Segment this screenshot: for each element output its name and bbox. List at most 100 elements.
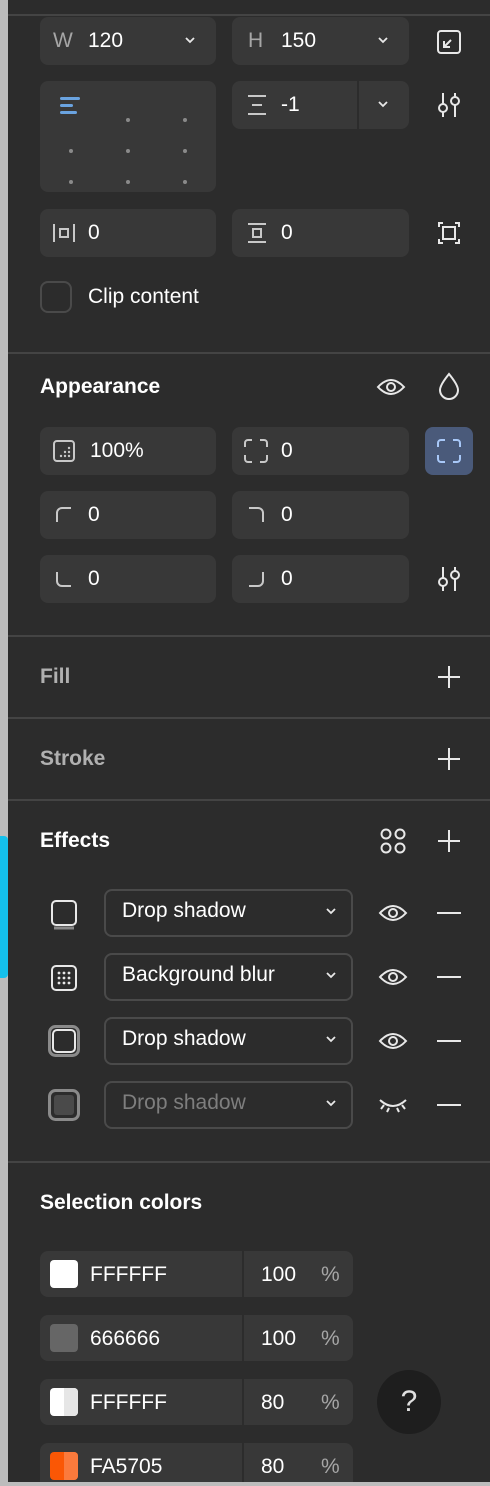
color-hex-value[interactable]: FFFFFF (90, 1263, 167, 1287)
chevron-down-icon[interactable] (377, 34, 389, 46)
width-field[interactable]: W 120 (40, 17, 216, 65)
chevron-down-icon (325, 969, 337, 981)
color-hex-value[interactable]: FFFFFF (90, 1391, 167, 1415)
align-bottom-right-dot[interactable] (183, 166, 187, 190)
color-opacity-value[interactable]: 80 (261, 1455, 284, 1479)
effect-type-label: Drop shadow (122, 1027, 246, 1050)
clip-content-label[interactable]: Clip content (88, 285, 199, 309)
top-right-radius-value[interactable]: 0 (281, 503, 293, 527)
effect-styles-icon[interactable] (380, 828, 406, 854)
vertical-gap-icon (246, 94, 268, 116)
eye-icon[interactable] (376, 375, 406, 399)
eye-closed-icon[interactable] (378, 1096, 408, 1114)
color-hex-value[interactable]: FA5705 (90, 1455, 162, 1479)
width-label: W (53, 29, 73, 52)
layout-settings-icon[interactable] (437, 92, 461, 118)
color-swatch[interactable] (50, 1388, 78, 1416)
align-middle-left-dot[interactable] (69, 135, 73, 159)
help-button[interactable]: ? (377, 1370, 441, 1434)
horizontal-padding-field[interactable]: 0 (40, 209, 216, 257)
selection-color-row[interactable]: 666666 100 % (40, 1315, 353, 1361)
corner-radius-field[interactable]: 0 (232, 427, 409, 475)
corner-radius-value[interactable]: 0 (281, 439, 293, 463)
height-field[interactable]: H 150 (232, 17, 409, 65)
align-bottom-left-dot[interactable] (69, 166, 73, 190)
alignment-grid[interactable] (40, 81, 216, 192)
align-top-left-icon[interactable] (60, 96, 82, 122)
add-stroke-plus-icon[interactable] (437, 747, 461, 771)
eye-icon[interactable] (378, 1029, 408, 1053)
selection-color-row[interactable]: FA5705 80 % (40, 1443, 353, 1482)
percent-unit: % (321, 1391, 340, 1414)
hidden-shadow-effect-icon[interactable] (48, 1089, 80, 1121)
percent-unit: % (321, 1327, 340, 1350)
resize-to-fit-icon[interactable] (436, 29, 462, 55)
eye-icon[interactable] (378, 965, 408, 989)
bottom-right-radius-value[interactable]: 0 (281, 567, 293, 591)
effect-type-dropdown[interactable]: Drop shadow (104, 1081, 353, 1129)
opacity-value[interactable]: 100% (90, 439, 144, 463)
align-top-right-dot[interactable] (183, 104, 187, 128)
add-fill-plus-icon[interactable] (437, 665, 461, 689)
selection-color-row[interactable]: FFFFFF 100 % (40, 1251, 353, 1297)
vertical-padding-value[interactable]: 0 (281, 221, 293, 245)
height-value[interactable]: 150 (281, 29, 316, 53)
align-top-center-dot[interactable] (126, 104, 130, 128)
effect-type-dropdown[interactable]: Drop shadow (104, 889, 353, 937)
inner-shadow-effect-icon[interactable] (48, 1025, 80, 1057)
remove-effect-minus-icon[interactable] (437, 1040, 461, 1042)
color-opacity-value[interactable]: 80 (261, 1391, 284, 1415)
eye-icon[interactable] (378, 901, 408, 925)
color-swatch[interactable] (50, 1260, 78, 1288)
opacity-field[interactable]: 100% (40, 427, 216, 475)
height-label: H (248, 29, 264, 52)
effects-heading: Effects (40, 829, 111, 852)
chevron-down-icon[interactable] (184, 34, 196, 46)
drop-shadow-effect-icon[interactable] (51, 900, 77, 930)
color-opacity-value[interactable]: 100 (261, 1263, 296, 1287)
appearance-settings-icon[interactable] (437, 566, 461, 592)
bottom-left-radius-field[interactable]: 0 (40, 555, 216, 603)
top-right-radius-field[interactable]: 0 (232, 491, 409, 539)
section-divider (8, 1161, 490, 1163)
bottom-right-radius-field[interactable]: 0 (232, 555, 409, 603)
remove-effect-minus-icon[interactable] (437, 976, 461, 978)
selection-color-row[interactable]: FFFFFF 80 % (40, 1379, 353, 1425)
align-bottom-center-dot[interactable] (126, 166, 130, 190)
stroke-heading: Stroke (40, 747, 106, 770)
effect-type-label: Drop shadow (122, 899, 246, 922)
background-blur-effect-icon[interactable] (51, 965, 77, 991)
width-value[interactable]: 120 (88, 29, 123, 53)
horizontal-padding-value[interactable]: 0 (88, 221, 100, 245)
individual-padding-icon[interactable] (438, 222, 460, 244)
appearance-heading: Appearance (40, 375, 161, 398)
color-swatch[interactable] (50, 1324, 78, 1352)
bottom-right-corner-icon (248, 571, 264, 587)
align-middle-right-dot[interactable] (183, 135, 187, 159)
top-left-radius-field[interactable]: 0 (40, 491, 216, 539)
horizontal-padding-icon (52, 222, 76, 244)
clip-content-checkbox[interactable] (40, 281, 72, 313)
color-row-separator (242, 1443, 244, 1482)
color-swatch[interactable] (50, 1452, 78, 1480)
align-middle-center-dot[interactable] (126, 135, 130, 159)
blend-mode-drop-icon[interactable] (438, 372, 460, 400)
effect-type-dropdown[interactable]: Background blur (104, 953, 353, 1001)
bottom-left-radius-value[interactable]: 0 (88, 567, 100, 591)
independent-corners-toggle[interactable] (425, 427, 473, 475)
chevron-down-icon (325, 905, 337, 917)
section-divider (8, 799, 490, 801)
chevron-down-icon[interactable] (377, 98, 389, 110)
gap-field[interactable]: -1 (232, 81, 409, 129)
top-left-radius-value[interactable]: 0 (88, 503, 100, 527)
add-effect-plus-icon[interactable] (437, 829, 461, 853)
bottom-left-corner-icon (56, 571, 72, 587)
remove-effect-minus-icon[interactable] (437, 912, 461, 914)
gap-value[interactable]: -1 (281, 93, 300, 117)
color-opacity-value[interactable]: 100 (261, 1327, 296, 1351)
effect-type-dropdown[interactable]: Drop shadow (104, 1017, 353, 1065)
vertical-padding-icon (246, 222, 268, 244)
vertical-padding-field[interactable]: 0 (232, 209, 409, 257)
color-hex-value[interactable]: 666666 (90, 1327, 160, 1351)
remove-effect-minus-icon[interactable] (437, 1104, 461, 1106)
